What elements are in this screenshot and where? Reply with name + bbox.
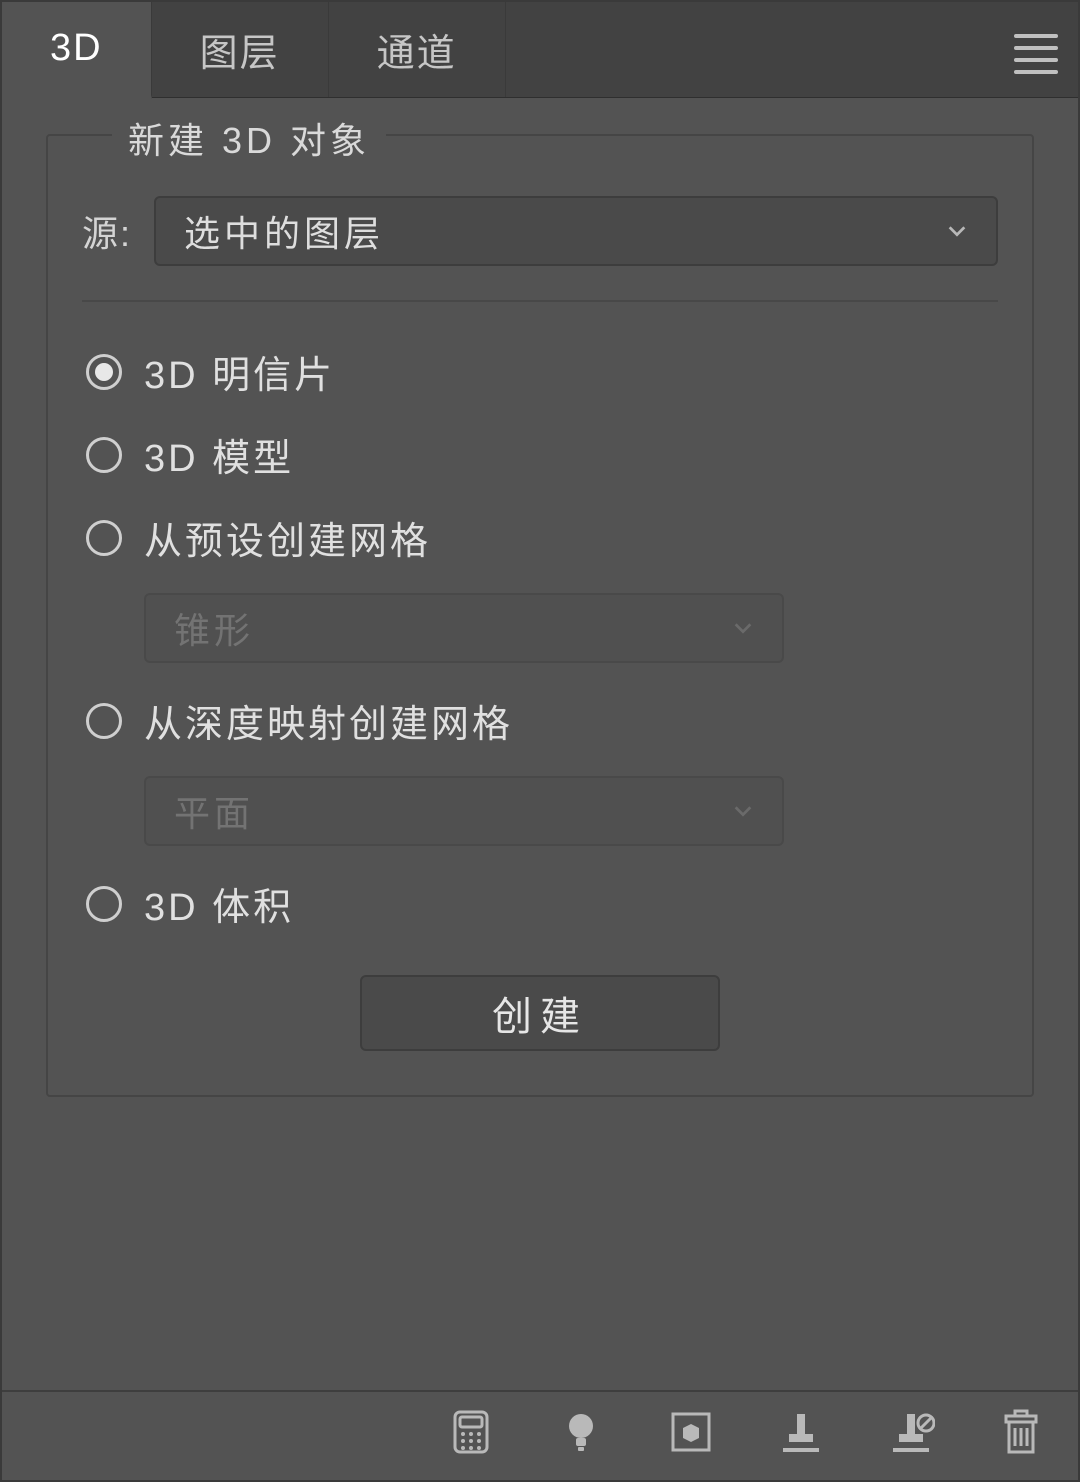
divider	[82, 300, 998, 302]
radio-icon	[86, 703, 122, 739]
source-select[interactable]: 选中的图层	[154, 196, 998, 266]
panel-menu-icon[interactable]	[1014, 34, 1058, 74]
radio-preset-mesh[interactable]: 从预设创建网格	[82, 496, 998, 579]
tab-channels[interactable]: 通道	[329, 2, 506, 97]
tab-layers[interactable]: 图层	[152, 2, 329, 97]
create-button-row: 创建	[82, 975, 998, 1051]
radio-label: 从预设创建网格	[144, 510, 431, 565]
new-light-icon[interactable]	[554, 1405, 608, 1459]
radio-3d-model[interactable]: 3D 模型	[82, 413, 998, 496]
footer-icon-bar	[2, 1390, 1078, 1480]
depth-shape-row: 平面	[144, 776, 998, 846]
radio-depth-mesh[interactable]: 从深度映射创建网格	[82, 679, 998, 762]
new-scene-icon[interactable]	[664, 1405, 718, 1459]
create-button[interactable]: 创建	[360, 975, 720, 1051]
render-settings-icon[interactable]	[444, 1405, 498, 1459]
radio-icon	[86, 437, 122, 473]
radio-label: 从深度映射创建网格	[144, 693, 513, 748]
chevron-down-icon	[732, 800, 754, 822]
radio-label: 3D 模型	[144, 427, 294, 482]
chevron-down-icon	[946, 220, 968, 242]
radio-label: 3D 明信片	[144, 344, 335, 399]
depth-shape-value: 平面	[174, 785, 254, 837]
add-to-ground-icon[interactable]	[774, 1405, 828, 1459]
source-select-value: 选中的图层	[184, 205, 384, 257]
source-row: 源: 选中的图层	[82, 196, 998, 266]
delete-from-ground-icon[interactable]	[884, 1405, 938, 1459]
radio-icon	[86, 354, 122, 390]
trash-icon[interactable]	[994, 1405, 1048, 1459]
radio-3d-postcard[interactable]: 3D 明信片	[82, 330, 998, 413]
fieldset-title: 新建 3D 对象	[112, 112, 386, 164]
3d-panel-window: 3D 图层 通道 新建 3D 对象 源: 选中的图层	[0, 0, 1080, 1482]
radio-icon	[86, 886, 122, 922]
preset-shape-select: 锥形	[144, 593, 784, 663]
depth-shape-select: 平面	[144, 776, 784, 846]
radio-icon	[86, 520, 122, 556]
radio-3d-volume[interactable]: 3D 体积	[82, 862, 998, 945]
create-3d-fieldset: 新建 3D 对象 源: 选中的图层 3D 明信片 3D 模型	[46, 134, 1034, 1097]
preset-shape-value: 锥形	[174, 602, 254, 654]
tab-3d[interactable]: 3D	[2, 2, 152, 99]
chevron-down-icon	[732, 617, 754, 639]
radio-label: 3D 体积	[144, 876, 294, 931]
source-label: 源:	[82, 205, 132, 257]
preset-shape-row: 锥形	[144, 593, 998, 663]
panel-tabstrip: 3D 图层 通道	[2, 2, 1078, 98]
panel-content: 新建 3D 对象 源: 选中的图层 3D 明信片 3D 模型	[2, 98, 1078, 1390]
